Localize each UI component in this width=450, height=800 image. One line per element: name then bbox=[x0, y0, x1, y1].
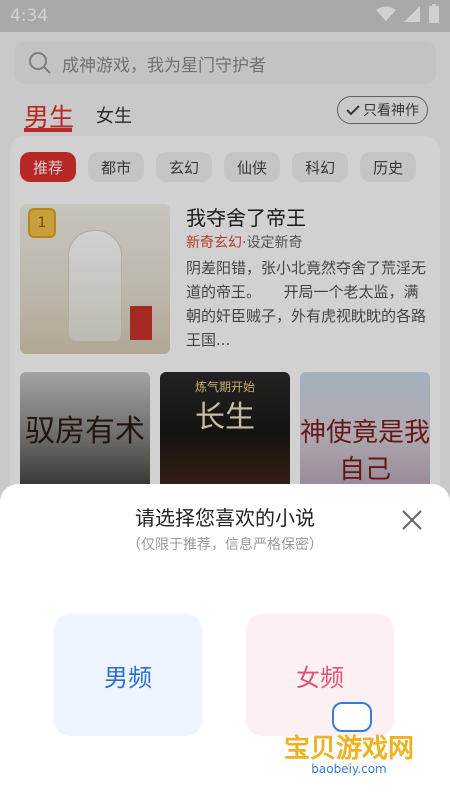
watermark-url: baobeiy.com bbox=[311, 762, 387, 776]
sheet-subtitle: （仅限于推荐，信息严格保密） bbox=[127, 537, 323, 553]
watermark: 宝贝游戏网 baobeiy.com bbox=[274, 702, 424, 782]
watermark-name: 宝贝游戏网 bbox=[283, 734, 414, 764]
male-option-button[interactable]: 男频 bbox=[54, 614, 202, 736]
close-icon[interactable] bbox=[400, 508, 424, 532]
sheet-title: 请选择您喜欢的小说 bbox=[135, 506, 315, 530]
